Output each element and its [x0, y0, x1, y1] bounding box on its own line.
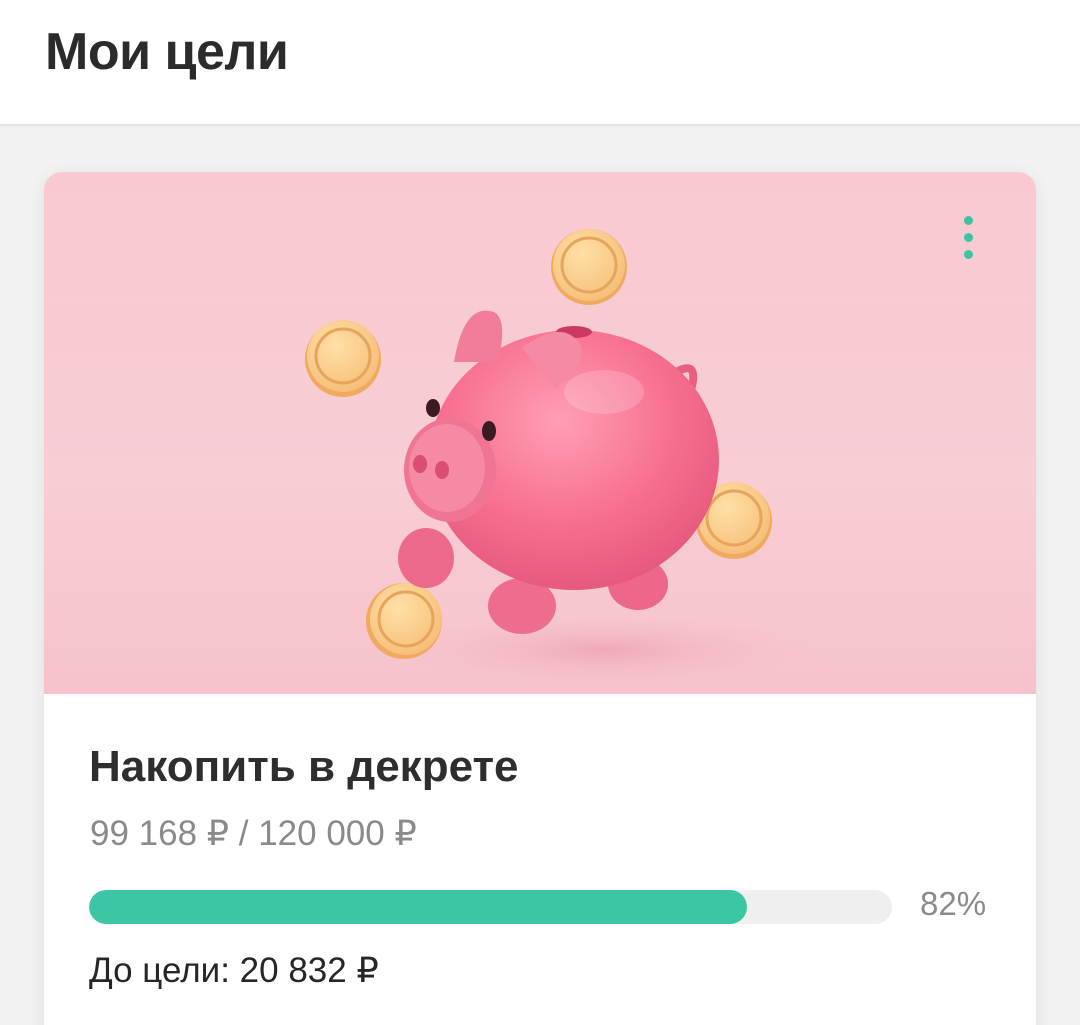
app-header: Мои цели: [0, 0, 1080, 126]
progress-percent: 82%: [920, 885, 987, 922]
more-vertical-icon: [964, 216, 973, 225]
goal-title: Накопить в декрете: [89, 742, 519, 791]
progress-fill: [89, 890, 748, 924]
more-options-button[interactable]: [950, 210, 990, 266]
coin-icon: [305, 320, 381, 397]
progress-bar: [89, 890, 892, 924]
goal-amounts: 99 168 ₽ / 120 000 ₽: [90, 814, 417, 853]
goal-image: [44, 172, 1036, 694]
piggy-bank-illustration: [305, 229, 824, 688]
coin-icon: [366, 583, 442, 659]
remaining-amount: До цели: 20 832 ₽: [89, 951, 379, 990]
goal-card[interactable]: Накопить в декрете 99 168 ₽ / 120 000 ₽ …: [44, 172, 1036, 1025]
more-vertical-icon-dot: [964, 233, 973, 242]
page-title: Мои цели: [45, 23, 289, 81]
more-vertical-icon-dot: [964, 250, 973, 259]
coin-icon: [551, 229, 627, 305]
